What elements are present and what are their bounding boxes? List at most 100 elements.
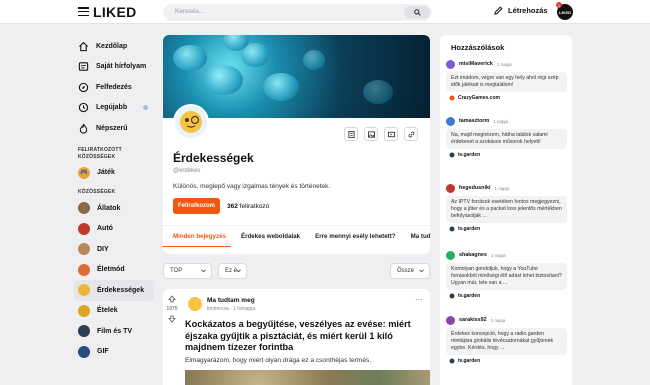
subscriber-label: feliratkozó <box>239 203 270 210</box>
group-description: Különös, meglepő vagy izgalmas tények és… <box>173 183 331 190</box>
avatar[interactable] <box>446 59 455 69</box>
logo[interactable]: LIKED <box>93 4 137 20</box>
more-options-icon[interactable]: ··· <box>415 295 423 304</box>
avatar[interactable] <box>446 250 455 260</box>
comment-user[interactable]: misiMaverick <box>459 61 493 67</box>
post-card[interactable]: 1975 Ma tudtam meg timborcsa · 1 hónapja… <box>163 289 430 385</box>
comment-user[interactable]: sarakiss92 <box>459 317 487 323</box>
sidebar-item-allatok[interactable]: Állatok <box>74 198 154 219</box>
top-bar: LIKED Keresés... Létrehozás LIKED 1 <box>0 0 650 24</box>
menu-icon[interactable] <box>78 7 89 16</box>
sidebar-item-label: Felfedezés <box>96 83 132 91</box>
sidebar-item-jatek[interactable]: 🎮 Játék <box>74 163 154 184</box>
period-select[interactable]: Ez é <box>218 263 247 279</box>
image-post-button[interactable] <box>364 127 378 141</box>
comment-source[interactable]: CrazyGames.com <box>446 95 567 101</box>
comment-user[interactable]: shakagnes <box>459 252 487 258</box>
tab-what-are-the-odds[interactable]: Erre mennyi esély lehetett? <box>305 226 400 247</box>
sidebar-item-label: GIF <box>97 348 109 356</box>
sidebar-item-gif[interactable]: GIF <box>74 342 154 363</box>
create-label: Létrehozás <box>508 6 548 15</box>
post-title[interactable]: Kockázatos a begyűjtése, veszélyes az ev… <box>185 319 423 354</box>
post-subtitle: Elmagyarázom, hogy miért olyan drága ez … <box>185 357 372 364</box>
post-meta: timborcsa · 1 hónapja <box>207 306 256 312</box>
sidebar-item-label: Legújabb <box>96 104 128 112</box>
sidebar-item-eletmod[interactable]: Életmód <box>74 260 154 281</box>
notification-badge: 1 <box>556 2 562 8</box>
community-avatar <box>78 263 90 276</box>
sidebar-item-newest[interactable]: Legújabb <box>74 98 154 119</box>
community-avatar <box>78 202 90 215</box>
flame-icon <box>79 123 88 134</box>
sidebar-item-auto[interactable]: Autó <box>74 219 154 240</box>
view-select[interactable]: Össze <box>390 263 430 279</box>
comments-title: Hozzászólások <box>451 43 505 52</box>
comment-text[interactable]: Az IPTV források esetében fontos megjegy… <box>446 196 567 223</box>
pencil-icon <box>494 6 503 15</box>
comment-source[interactable]: tv.garden <box>446 226 567 232</box>
group-handle: @erdekes <box>173 168 201 174</box>
create-button[interactable]: Létrehozás <box>494 6 548 15</box>
chevron-down-icon <box>201 269 206 273</box>
video-post-button[interactable] <box>384 127 398 141</box>
post-group-avatar[interactable] <box>188 297 202 311</box>
search-bar[interactable]: Keresés... <box>163 4 432 21</box>
downvote-icon[interactable] <box>168 315 176 323</box>
tab-all-posts[interactable]: Minden bejegyzés <box>163 226 231 247</box>
comment-source[interactable]: tv.garden <box>446 293 567 299</box>
sidebar-item-film-es-tv[interactable]: Film és TV <box>74 321 154 342</box>
comment-source-label: tv.garden <box>458 226 481 232</box>
feed-filters: TOP Ez é Össze <box>163 263 430 279</box>
search-input[interactable]: Keresés... <box>175 8 204 15</box>
home-icon <box>78 41 89 51</box>
avatar[interactable] <box>446 116 455 126</box>
sidebar-item-erdekessegek[interactable]: Érdekességek <box>74 280 154 301</box>
comment-text[interactable]: Na, majd megnézem, hátha találok valami … <box>446 129 567 149</box>
sidebar-item-label: Érdekességek <box>97 286 145 294</box>
post-image[interactable] <box>185 370 430 385</box>
search-button[interactable] <box>404 6 430 19</box>
post-author[interactable]: timborcsa <box>207 306 229 312</box>
comment-time: 1 napja <box>493 118 509 124</box>
sidebar-item-explore[interactable]: Felfedezés <box>74 77 154 98</box>
sidebar-item-popular[interactable]: Népszerű <box>74 118 154 139</box>
comment-text[interactable]: Érdekes koncepció, hogy a radio.garden m… <box>446 328 567 355</box>
sort-select[interactable]: TOP <box>163 263 212 279</box>
text-post-button[interactable] <box>344 127 358 141</box>
link-icon <box>449 293 455 299</box>
comment-source[interactable]: tv.garden <box>446 358 567 364</box>
sidebar-item-feed[interactable]: Saját hírfolyam <box>74 57 154 78</box>
link-icon <box>449 152 455 158</box>
post-time: 1 hónapja <box>233 306 256 312</box>
avatar[interactable] <box>446 183 455 193</box>
subscribe-button[interactable]: Feliratkozom <box>173 198 220 214</box>
document-icon <box>347 130 355 138</box>
comment-source-label: tv.garden <box>458 358 481 364</box>
post-group-name[interactable]: Ma tudtam meg <box>207 297 255 304</box>
comment-text[interactable]: Ezt imádom, végre van egy hely ahol régi… <box>446 72 567 92</box>
tab-interesting-websites[interactable]: Érdekes weboldalak <box>231 226 305 247</box>
comment-item: tamasztorm 1 napja Na, majd megnézem, hát… <box>446 116 567 158</box>
comment-source[interactable]: tv.garden <box>446 152 567 158</box>
comment-time: 1 napja <box>494 185 510 191</box>
comment-item: sarakiss92 1 napja Érdekes koncepció, hog… <box>446 315 567 364</box>
comment-user[interactable]: hegedusniki <box>459 185 490 191</box>
comment-user[interactable]: tamasztorm <box>459 118 489 124</box>
sidebar-item-home[interactable]: Kezdőlap <box>74 36 154 57</box>
community-avatar <box>78 284 90 297</box>
comment-text[interactable]: Komolyan gondoljuk, hogy a YouTube forrá… <box>446 263 567 290</box>
avatar[interactable] <box>446 315 455 325</box>
upvote-icon[interactable] <box>168 295 176 303</box>
sidebar-item-diy[interactable]: DIY <box>74 239 154 260</box>
new-indicator-dot <box>143 105 148 111</box>
comment-time: 1 napja <box>490 317 506 323</box>
link-icon <box>449 226 455 232</box>
cover-image <box>163 35 430 118</box>
subscriber-count: 362 feliratkozó <box>227 203 269 210</box>
sidebar-item-etelek[interactable]: Ételek <box>74 301 154 322</box>
emoji-monocle-icon <box>180 111 202 133</box>
video-icon <box>387 131 395 137</box>
comment-item: shakagnes 1 napja Komolyan gondoljuk, hog… <box>446 250 567 299</box>
tab-today-i-learned[interactable]: Ma tudtam <box>401 226 430 247</box>
link-post-button[interactable] <box>404 127 418 141</box>
